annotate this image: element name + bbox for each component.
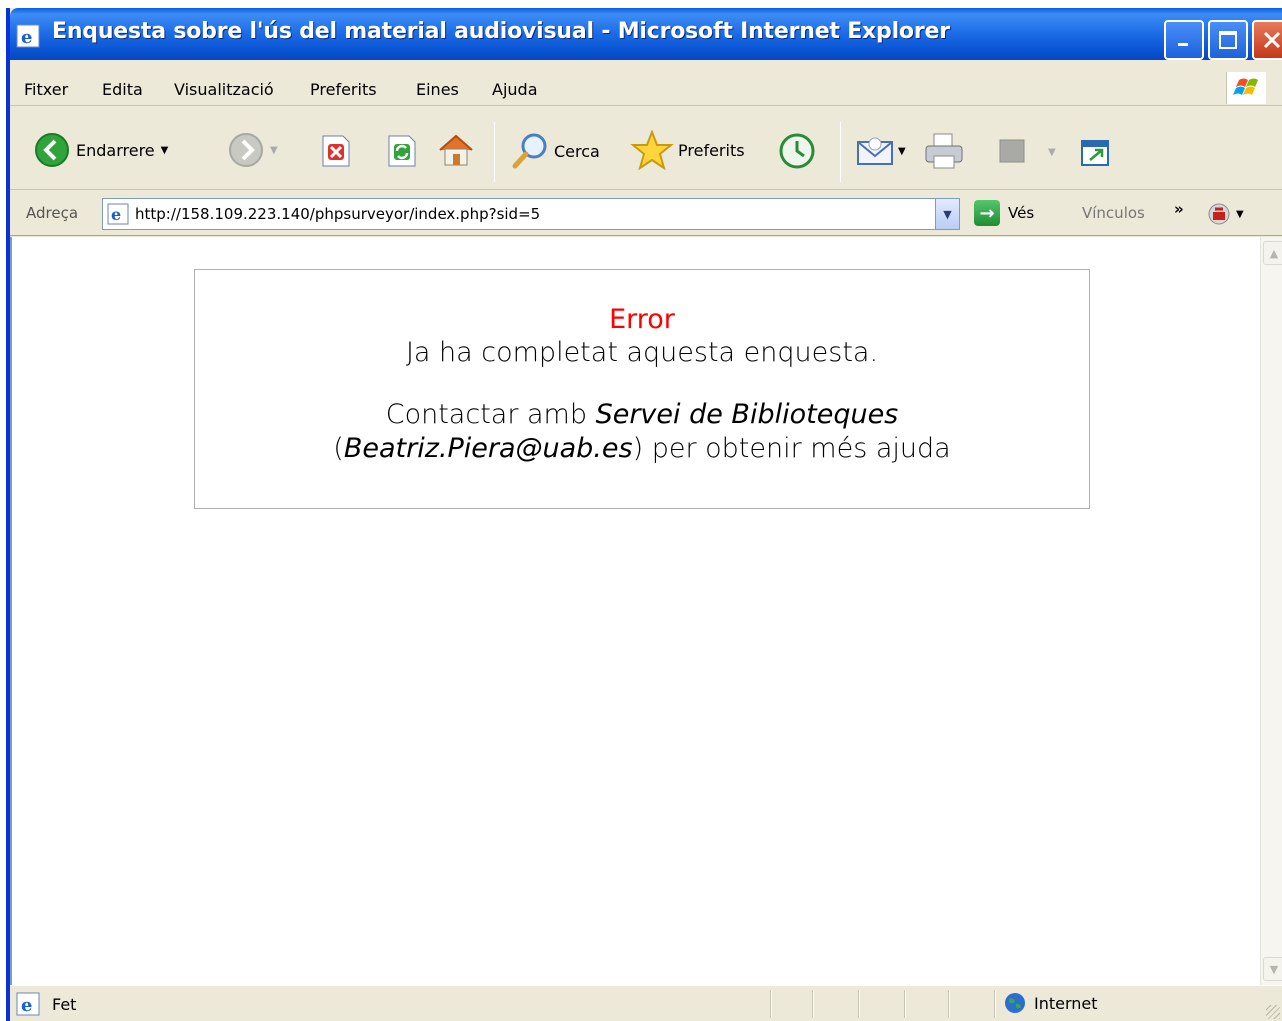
security-zone[interactable]: Internet xyxy=(998,992,1098,1014)
address-dropdown-icon[interactable]: ▼ xyxy=(935,199,959,229)
scroll-down-icon: ▼ xyxy=(1269,962,1279,976)
toolbar-separator xyxy=(840,122,841,182)
error-title: Error xyxy=(609,304,675,335)
contact-name: Servei de Biblioteques xyxy=(595,399,899,430)
svg-text:e: e xyxy=(21,995,32,1016)
globe-icon xyxy=(1005,993,1025,1013)
favorites-star-icon xyxy=(630,130,674,170)
refresh-icon xyxy=(388,135,416,167)
ie-page-icon: e xyxy=(16,24,40,48)
svg-text:e: e xyxy=(111,205,121,224)
menu-view[interactable]: Visualització xyxy=(174,80,274,99)
acrobat-pdf-icon xyxy=(1208,203,1230,225)
toolbar-separator xyxy=(494,122,495,182)
forward-arrow-icon xyxy=(229,133,263,167)
window-popout-icon xyxy=(1081,140,1109,166)
go-button[interactable]: → Vés xyxy=(974,200,1034,226)
status-panel xyxy=(770,990,772,1018)
back-arrow-icon xyxy=(35,133,69,167)
links-chevron-icon[interactable]: » xyxy=(1174,200,1184,218)
close-button[interactable] xyxy=(1252,20,1282,60)
back-dropdown-icon[interactable]: ▼ xyxy=(161,145,169,156)
title-bar[interactable]: e Enquesta sobre l'ús del material audio… xyxy=(10,8,1282,60)
svg-text:e: e xyxy=(21,27,32,48)
status-text: Fet xyxy=(52,995,77,1014)
acrobat-button[interactable]: ▼ xyxy=(1206,202,1244,226)
status-panel xyxy=(948,990,950,1018)
back-label: Endarrere xyxy=(76,140,155,160)
contact-prefix: Contactar amb xyxy=(385,399,596,430)
status-bar: e Fet Internet xyxy=(10,985,1282,1021)
zone-label: Internet xyxy=(1034,993,1098,1013)
status-panel xyxy=(994,990,996,1018)
address-input[interactable]: e http://158.109.223.140/phpsurveyor/ind… xyxy=(102,198,960,230)
minimize-icon xyxy=(1178,43,1188,46)
standard-toolbar: Endarrere ▼ ▼ Cerca Preferits ▼ ▼ xyxy=(10,108,1282,190)
acrobat-dropdown-icon[interactable]: ▼ xyxy=(1236,209,1244,220)
search-icon xyxy=(512,133,547,169)
printer-icon xyxy=(925,133,963,169)
ie-window: e Enquesta sobre l'ús del material audio… xyxy=(6,8,1282,1021)
window-title: Enquesta sobre l'ús del material audiovi… xyxy=(52,19,950,44)
menu-tools[interactable]: Eines xyxy=(416,80,459,99)
minimize-button[interactable] xyxy=(1164,20,1204,60)
scroll-up-button[interactable]: ▲ xyxy=(1263,241,1282,265)
contact-email-line: (Beatriz.Piera@uab.es) per obtenir més a… xyxy=(195,432,1089,466)
go-label: Vés xyxy=(1008,204,1035,222)
address-label: Adreça xyxy=(26,204,79,222)
contact-suffix: ) per obtenir més ajuda xyxy=(632,433,951,464)
windows-logo-icon xyxy=(1226,72,1266,104)
contact-line: Contactar amb Servei de Biblioteques xyxy=(195,398,1089,432)
status-panel xyxy=(858,990,860,1018)
address-url: http://158.109.223.140/phpsurveyor/index… xyxy=(135,205,541,223)
mail-dropdown-icon[interactable]: ▼ xyxy=(898,146,906,157)
favorites-button[interactable]: Preferits xyxy=(630,130,745,170)
maximize-icon xyxy=(1219,31,1237,49)
search-button[interactable]: Cerca xyxy=(510,132,600,170)
stop-button[interactable] xyxy=(320,134,352,168)
status-panel xyxy=(812,990,814,1018)
menu-edit[interactable]: Edita xyxy=(102,80,143,99)
contact-email[interactable]: Beatriz.Piera@uab.es xyxy=(344,433,633,464)
go-arrow-icon: → xyxy=(974,200,1000,226)
menu-file[interactable]: Fitxer xyxy=(24,80,68,99)
scroll-up-icon: ▲ xyxy=(1269,246,1279,260)
history-button[interactable] xyxy=(778,132,816,170)
messenger-button[interactable] xyxy=(1080,138,1112,168)
forward-button[interactable]: ▼ xyxy=(228,132,278,168)
ie-page-icon: e xyxy=(16,992,40,1020)
maximize-button[interactable] xyxy=(1208,20,1248,60)
menu-favorites[interactable]: Preferits xyxy=(310,80,377,99)
refresh-button[interactable] xyxy=(386,134,418,168)
forward-dropdown-icon[interactable]: ▼ xyxy=(270,145,278,156)
error-message: Ja ha completat aquesta enquesta. xyxy=(405,337,879,368)
edit-dropdown-icon[interactable]: ▼ xyxy=(1048,147,1056,158)
back-button[interactable]: Endarrere ▼ xyxy=(34,132,168,168)
edit-button[interactable]: ▼ xyxy=(998,138,1056,166)
contact-open-paren: ( xyxy=(333,433,344,464)
ie-page-icon: e xyxy=(107,203,129,225)
search-label: Cerca xyxy=(554,141,600,161)
close-icon xyxy=(1263,31,1281,49)
favorites-label: Preferits xyxy=(678,140,745,160)
stop-icon xyxy=(322,135,350,167)
page-content: Error Ja ha completat aquesta enquesta. … xyxy=(10,237,1260,985)
vertical-scrollbar[interactable]: ▲ ▼ xyxy=(1260,237,1282,985)
resize-grip-icon[interactable] xyxy=(1266,1005,1280,1019)
history-icon xyxy=(779,133,815,169)
print-button[interactable] xyxy=(922,132,966,170)
home-icon xyxy=(439,134,473,166)
menu-help[interactable]: Ajuda xyxy=(492,80,538,99)
address-bar: Adreça e http://158.109.223.140/phpsurve… xyxy=(10,192,1282,236)
home-button[interactable] xyxy=(436,132,476,168)
mail-button[interactable]: ▼ xyxy=(856,134,906,168)
mail-icon xyxy=(857,137,893,165)
error-message-box: Error Ja ha completat aquesta enquesta. … xyxy=(194,269,1090,509)
scroll-down-button[interactable]: ▼ xyxy=(1263,957,1282,981)
links-label[interactable]: Vínculos xyxy=(1082,204,1145,222)
status-panel xyxy=(904,990,906,1018)
menu-bar: Fitxer Edita Visualització Preferits Ein… xyxy=(10,70,1282,106)
edit-page-icon xyxy=(999,139,1025,163)
